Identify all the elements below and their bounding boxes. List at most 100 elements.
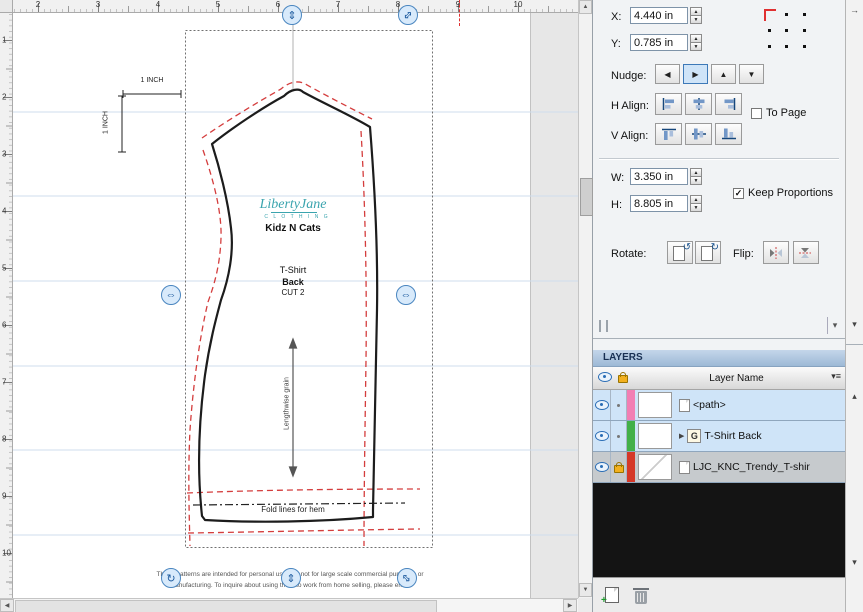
layer-row-path[interactable]: <path> xyxy=(593,390,845,421)
nudge-label: Nudge: xyxy=(611,70,647,82)
layer-row-tshirt-back[interactable]: ▶ G T-Shirt Back xyxy=(593,421,845,452)
anchor-dot[interactable] xyxy=(778,22,795,38)
align-bottom-button[interactable] xyxy=(715,123,742,145)
x-spin-down-button[interactable]: ▼ xyxy=(690,15,702,24)
transform-scroll-down-icon[interactable]: ▾ xyxy=(848,318,861,331)
cut-info-text[interactable]: CUT 2 xyxy=(282,288,305,297)
rotate-label: Rotate: xyxy=(611,248,647,260)
layers-menu-icon[interactable]: ▾≡ xyxy=(831,371,841,382)
scroll-down-button[interactable]: ▼ xyxy=(579,583,592,597)
eye-icon[interactable] xyxy=(594,400,609,410)
ruler-mark: 1 xyxy=(2,35,7,45)
align-left-button[interactable] xyxy=(655,93,682,115)
rotate-left-button[interactable]: ↺ xyxy=(667,241,693,264)
piece-name-text[interactable]: T-Shirt xyxy=(280,265,307,275)
anchor-dot[interactable] xyxy=(761,22,778,38)
align-top-button[interactable] xyxy=(655,123,682,145)
eye-icon[interactable] xyxy=(594,462,609,472)
x-input[interactable] xyxy=(630,7,688,24)
document-canvas[interactable]: 1 INCH 1 INCH LibertyJane C L O T H I N … xyxy=(0,0,578,598)
nudge-up-button[interactable]: ▲ xyxy=(711,64,736,84)
eye-icon[interactable] xyxy=(594,431,609,441)
lock-icon[interactable] xyxy=(613,462,624,473)
keep-proportions-option[interactable]: ✓ Keep Proportions xyxy=(733,187,833,199)
layer-thumbnail[interactable] xyxy=(635,421,675,451)
nudge-left-button[interactable]: ◀ xyxy=(655,64,680,84)
ruler-mark: 3 xyxy=(95,0,101,9)
align-right-button[interactable] xyxy=(715,93,742,115)
flip-vertical-button[interactable] xyxy=(793,241,819,264)
nudge-down-button[interactable]: ▼ xyxy=(739,64,764,84)
align-top-icon xyxy=(661,128,676,140)
ruler-mark: 10 xyxy=(2,548,11,558)
height-input[interactable] xyxy=(630,195,688,212)
panel-scroll-down-icon[interactable]: ▾ xyxy=(827,317,842,334)
expander-icon[interactable]: ▶ xyxy=(679,432,684,440)
scroll-up-button[interactable]: ▲ xyxy=(579,0,592,14)
h-spin-down-button[interactable]: ▼ xyxy=(690,203,702,212)
ruler-corner xyxy=(0,0,13,13)
lock-placeholder-dot[interactable] xyxy=(617,403,620,407)
anchor-dot[interactable] xyxy=(778,38,795,54)
flip-horizontal-button[interactable] xyxy=(763,241,789,264)
rotate-right-button[interactable]: ↻ xyxy=(695,241,721,264)
piece-side-text[interactable]: Back xyxy=(282,277,304,287)
layer-name[interactable]: LJC_KNC_Trendy_T-shir xyxy=(693,461,810,473)
nudge-right-button[interactable]: ▶ xyxy=(683,64,708,84)
align-middle-button[interactable] xyxy=(685,123,712,145)
visibility-column-eye-icon[interactable] xyxy=(598,371,612,382)
handle-bottom-center[interactable]: ⇕ xyxy=(281,568,301,588)
layer-row-ljc-knc[interactable]: LJC_KNC_Trendy_T-shir xyxy=(593,452,845,483)
align-center-button[interactable] xyxy=(685,93,712,115)
layers-scroll-down-icon[interactable]: ▾ xyxy=(848,556,861,569)
layer-name[interactable]: T-Shirt Back xyxy=(704,430,761,442)
handle-middle-left[interactable]: ⇔ xyxy=(161,285,181,305)
collapse-panel-icon[interactable]: → xyxy=(848,3,861,16)
keep-proportions-label: Keep Proportions xyxy=(748,187,833,199)
delete-layer-button[interactable] xyxy=(633,587,649,604)
vertical-scroll-thumb[interactable] xyxy=(580,178,593,216)
horizontal-scroll-thumb[interactable] xyxy=(15,600,437,612)
brand-line-text[interactable]: Kidz N Cats xyxy=(265,223,321,234)
anchor-dot[interactable] xyxy=(778,6,795,22)
handle-bottom-left-rotate[interactable]: ↻ xyxy=(161,568,181,588)
scrollbar-corner xyxy=(578,598,592,612)
to-page-option[interactable]: To Page xyxy=(751,107,806,119)
keep-proportions-checkbox[interactable]: ✓ xyxy=(733,187,744,199)
canvas-horizontal-scrollbar[interactable]: ◀ ▶ xyxy=(0,598,578,612)
width-input[interactable] xyxy=(630,168,688,185)
anchor-dot[interactable] xyxy=(796,6,813,22)
anchor-dot[interactable] xyxy=(796,22,813,38)
scroll-left-button[interactable]: ◀ xyxy=(0,599,14,612)
anchor-dot[interactable] xyxy=(761,38,778,54)
brand-logo[interactable]: LibertyJane xyxy=(260,197,327,213)
layer-thumbnail[interactable] xyxy=(635,390,675,420)
layers-scroll-up-icon[interactable]: ▴ xyxy=(848,390,861,403)
layers-panel-title: LAYERS xyxy=(593,350,845,367)
y-input[interactable] xyxy=(630,34,688,51)
handle-bottom-right[interactable]: ⇕ xyxy=(397,568,417,588)
y-label: Y: xyxy=(611,38,621,50)
panel-resize-grip[interactable] xyxy=(599,320,608,332)
layer-thumbnail[interactable] xyxy=(635,452,675,482)
hem-fold-label: Fold lines for hem xyxy=(258,505,328,514)
rotate-right-icon: ↻ xyxy=(710,242,719,253)
anchor-point-selector[interactable] xyxy=(761,6,813,54)
scroll-right-button[interactable]: ▶ xyxy=(563,599,577,612)
w-spin-down-button[interactable]: ▼ xyxy=(690,176,702,185)
layer-color-bar xyxy=(627,421,635,451)
anchor-dot[interactable] xyxy=(796,38,813,54)
layer-name[interactable]: <path> xyxy=(693,399,726,411)
handle-middle-right[interactable]: ⇔ xyxy=(396,285,416,305)
anchor-top-left-selected[interactable] xyxy=(761,6,778,22)
handle-top-right[interactable]: ⇕ xyxy=(398,5,418,25)
to-page-checkbox[interactable] xyxy=(751,107,762,119)
add-layer-button[interactable] xyxy=(601,587,619,606)
y-spin-down-button[interactable]: ▼ xyxy=(690,42,702,51)
lock-placeholder-dot[interactable] xyxy=(617,434,620,438)
canvas-vertical-scrollbar[interactable]: ▲ ▼ xyxy=(578,0,593,598)
w-field-group: ▲▼ xyxy=(630,168,702,185)
x-label: X: xyxy=(611,11,622,23)
handle-top-center[interactable]: ⇕ xyxy=(282,5,302,25)
lock-column-lock-icon[interactable] xyxy=(618,371,628,383)
